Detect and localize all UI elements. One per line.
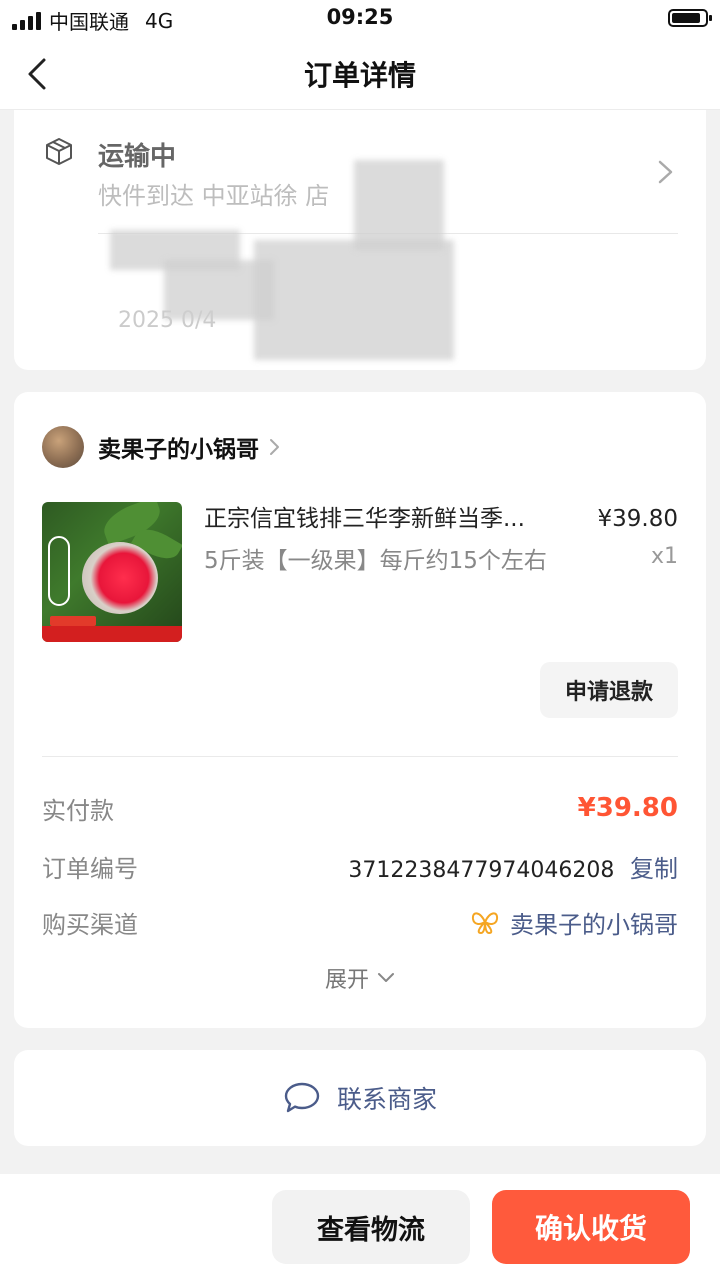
view-logistics-button[interactable]: 查看物流 xyxy=(272,1190,470,1264)
avatar xyxy=(42,426,84,468)
chevron-right-icon xyxy=(270,439,279,455)
bottom-action-bar: 查看物流 确认收货 xyxy=(0,1174,720,1280)
order-number-row: 订单编号 3712238477974046208 复制 xyxy=(42,848,678,884)
chevron-down-icon xyxy=(378,973,394,982)
confirm-receipt-button[interactable]: 确认收货 xyxy=(492,1190,690,1264)
chevron-right-icon xyxy=(658,160,673,184)
paid-row: 实付款 ¥39.80 xyxy=(42,790,678,826)
product-price: ¥39.80 xyxy=(597,506,678,532)
butterfly-icon xyxy=(471,912,499,935)
order-detail-page: 中国联通 4G 09:25 订单详情 运输中 快件到达 中亚站徐 店 2025 … xyxy=(0,0,720,1280)
order-number-label: 订单编号 xyxy=(42,854,138,883)
paid-label: 实付款 xyxy=(42,796,114,825)
expand-label: 展开 xyxy=(324,968,369,993)
product-title[interactable]: 正宗信宜钱排三华李新鲜当季... xyxy=(204,502,576,536)
channel-row: 购买渠道 卖果子的小锅哥 xyxy=(42,904,678,940)
product-spec: 5斤装【一级果】每斤约15个左右 xyxy=(204,548,547,574)
order-number-value: 3712238477974046208 xyxy=(348,857,615,883)
redaction-smudge xyxy=(254,240,454,360)
shipping-status: 运输中 xyxy=(98,142,177,172)
shop-header[interactable]: 卖果子的小锅哥 xyxy=(42,426,281,468)
channel-link[interactable]: 卖果子的小锅哥 xyxy=(470,905,678,940)
shop-name: 卖果子的小锅哥 xyxy=(98,437,259,463)
battery-icon xyxy=(668,9,712,27)
status-bar: 中国联通 4G 09:25 xyxy=(0,0,720,36)
package-icon xyxy=(46,138,72,165)
product-quantity: x1 xyxy=(650,544,678,569)
contact-label: 联系商家 xyxy=(336,1085,437,1114)
shipping-description: 快件到达 中亚站徐 店 xyxy=(98,182,330,210)
chat-bubble-icon xyxy=(284,1082,320,1113)
channel-value: 卖果子的小锅哥 xyxy=(510,910,678,939)
sf-badge xyxy=(48,536,70,606)
expand-button[interactable]: 展开 xyxy=(14,962,706,994)
contact-merchant-button[interactable]: 联系商家 xyxy=(14,1050,706,1146)
product-image[interactable] xyxy=(42,502,182,642)
refund-button[interactable]: 申请退款 xyxy=(540,662,678,718)
order-card: 卖果子的小锅哥 正宗信宜钱排三华李新鲜当季... 5斤装【一级果】每斤约15个左… xyxy=(14,392,706,1028)
nav-bar: 订单详情 xyxy=(0,36,720,110)
clock: 09:25 xyxy=(326,5,394,29)
page-title: 订单详情 xyxy=(303,59,416,92)
shipping-card[interactable]: 运输中 快件到达 中亚站徐 店 2025 0/4 xyxy=(14,110,706,370)
redaction-smudge xyxy=(354,160,444,250)
channel-label: 购买渠道 xyxy=(42,910,138,939)
divider xyxy=(42,756,678,757)
copy-button[interactable]: 复制 xyxy=(630,855,678,883)
paid-amount: ¥39.80 xyxy=(577,793,678,823)
